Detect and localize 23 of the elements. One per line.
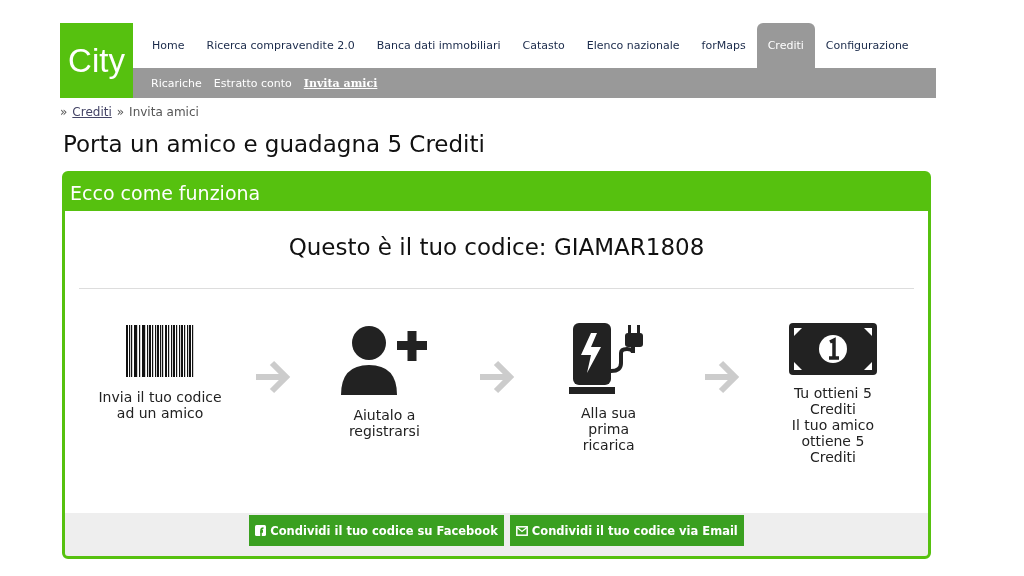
nav-tab[interactable]: Banca dati immobiliari — [365, 23, 512, 68]
banknote-icon — [788, 323, 877, 375]
step-text: Alla sua prima ricarica — [580, 405, 638, 453]
breadcrumb-current: Invita amici — [129, 105, 199, 119]
nav-tab[interactable]: Ricerca compravendite 2.0 — [195, 23, 366, 68]
nav-tab[interactable]: Configurazione — [814, 23, 920, 68]
user-add-icon — [339, 323, 430, 397]
breadcrumb-separator: » — [60, 105, 68, 119]
nav-tab[interactable]: Catasto — [511, 23, 576, 68]
code-text: Questo è il tuo codice: GIAMAR1808 — [287, 233, 706, 262]
step-text: Tu ottieni 5 Crediti — [792, 385, 873, 417]
step-text: Aiutalo a registrarsi — [347, 407, 421, 439]
envelope-icon — [515, 525, 528, 536]
breadcrumb-separator: » — [116, 105, 125, 119]
page-title: Porta un amico e guadagna 5 Crediti — [63, 131, 486, 157]
nav-tab[interactable]: Elenco nazionale — [575, 23, 691, 68]
nav-tab[interactable]: forMaps — [690, 23, 757, 68]
nav-tab[interactable]: Home — [141, 23, 196, 68]
step-text: Il tuo amico ottiene 5 Crediti — [790, 417, 875, 465]
panel-title: Ecco come funziona — [70, 181, 261, 204]
breadcrumb-link[interactable]: Crediti — [72, 105, 112, 119]
step-text: Invia il tuo codice ad un amico — [97, 389, 223, 421]
facebook-icon — [255, 525, 267, 536]
